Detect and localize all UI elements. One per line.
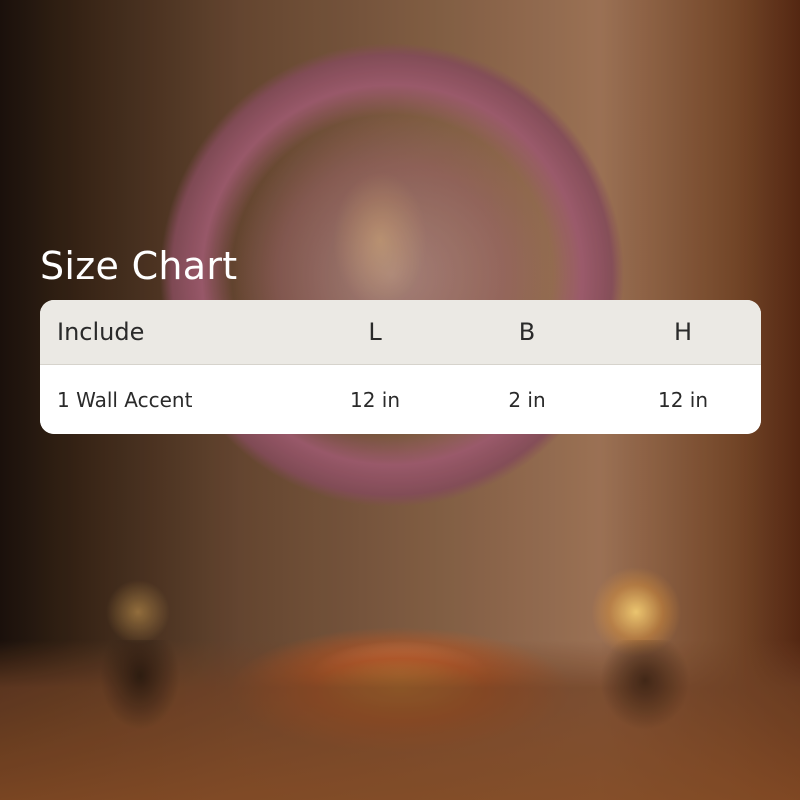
header-breadth: B [518,318,536,346]
header-include: Include [57,318,145,346]
cell-include: 1 Wall Accent [57,387,193,412]
header-length: L [368,318,382,346]
table-header-row: Include L B H [40,300,761,365]
table-row: 1 Wall Accent 12 in 2 in 12 in [40,365,761,434]
page-title: Size Chart [40,244,238,288]
size-chart-table: Include L B H 1 Wall Accent 12 in 2 in 1… [40,300,761,434]
cell-breadth: 2 in [508,387,546,412]
cell-height: 12 in [657,387,709,412]
header-height: H [673,318,693,346]
cell-length: 12 in [349,387,401,412]
